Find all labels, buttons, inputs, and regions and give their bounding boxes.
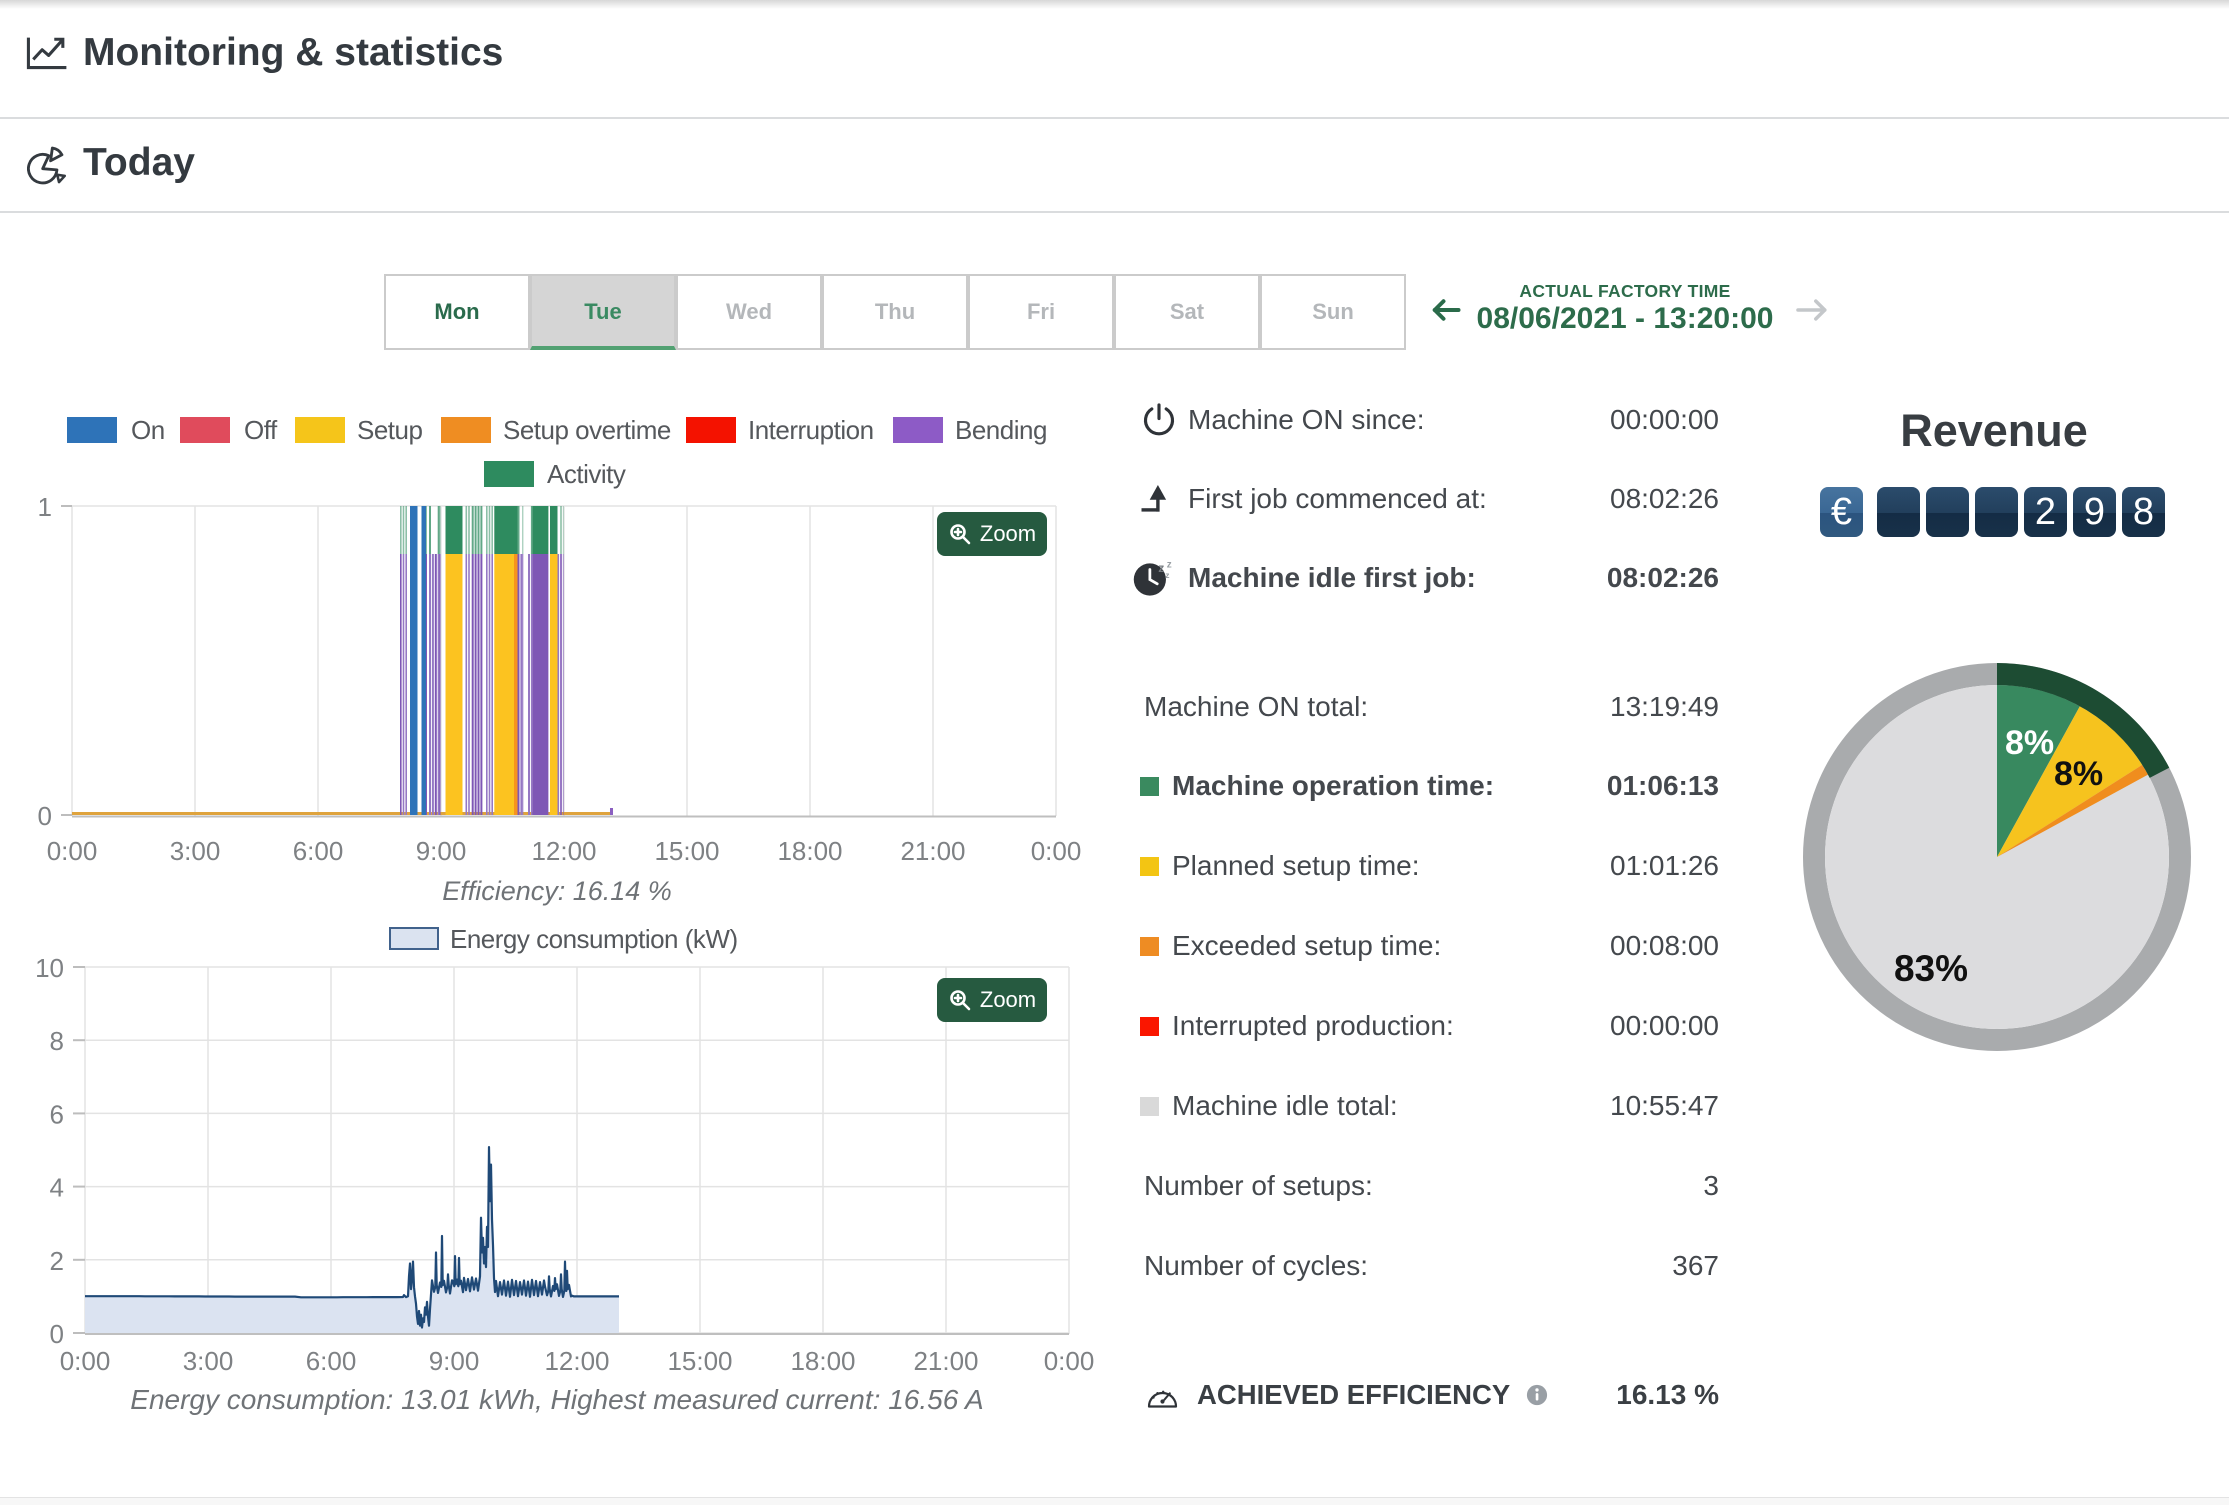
svg-text:8%: 8% [2054, 755, 2103, 793]
svg-text:1: 1 [38, 492, 52, 522]
svg-text:12:00: 12:00 [544, 1346, 609, 1376]
svg-text:0:00: 0:00 [60, 1346, 111, 1376]
svg-text:3:00: 3:00 [170, 836, 221, 866]
svg-text:9:00: 9:00 [429, 1346, 480, 1376]
svg-text:21:00: 21:00 [900, 836, 965, 866]
svg-text:0: 0 [50, 1319, 64, 1349]
svg-text:15:00: 15:00 [667, 1346, 732, 1376]
svg-text:83%: 83% [1894, 948, 1968, 989]
svg-text:3:00: 3:00 [183, 1346, 234, 1376]
svg-text:4: 4 [50, 1173, 64, 1203]
svg-text:9:00: 9:00 [416, 836, 467, 866]
svg-text:z: z [1167, 559, 1172, 570]
svg-text:18:00: 18:00 [777, 836, 842, 866]
svg-text:z: z [1165, 570, 1169, 580]
svg-text:12:00: 12:00 [531, 836, 596, 866]
svg-text:0:00: 0:00 [1044, 1346, 1095, 1376]
svg-text:8%: 8% [2005, 724, 2054, 762]
svg-text:21:00: 21:00 [913, 1346, 978, 1376]
svg-text:10: 10 [35, 953, 64, 983]
svg-text:0: 0 [38, 801, 52, 831]
svg-text:0:00: 0:00 [1031, 836, 1082, 866]
svg-text:6:00: 6:00 [306, 1346, 357, 1376]
svg-text:15:00: 15:00 [654, 836, 719, 866]
svg-text:8: 8 [50, 1026, 64, 1056]
svg-text:18:00: 18:00 [790, 1346, 855, 1376]
svg-text:2: 2 [50, 1246, 64, 1276]
svg-text:6:00: 6:00 [293, 836, 344, 866]
svg-text:0:00: 0:00 [47, 836, 98, 866]
svg-text:z: z [1158, 561, 1164, 575]
svg-text:6: 6 [50, 1099, 64, 1129]
